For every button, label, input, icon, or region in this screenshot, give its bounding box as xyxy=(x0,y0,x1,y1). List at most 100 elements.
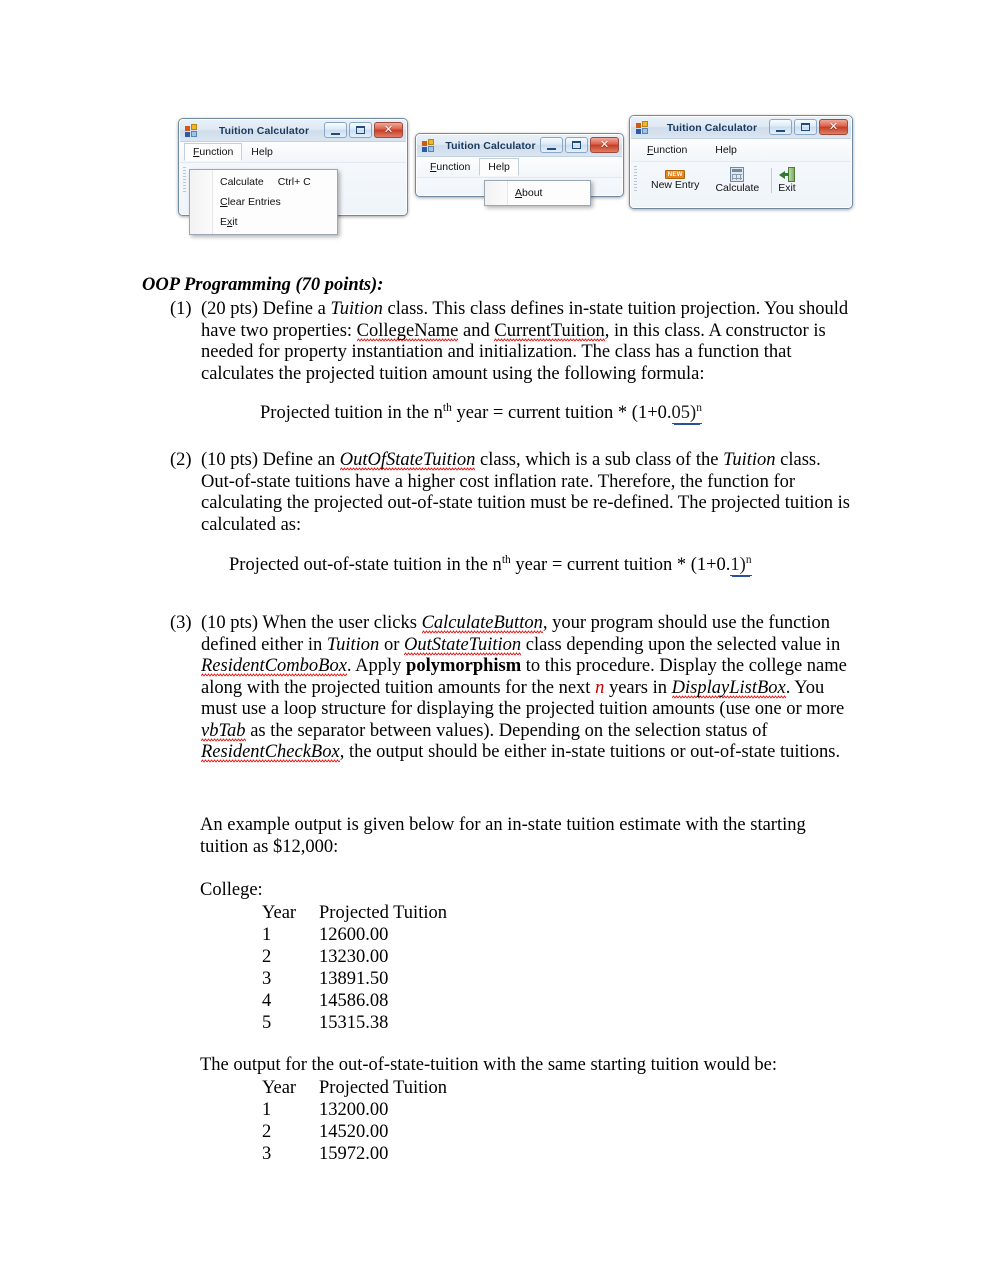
header-year: Year xyxy=(262,903,297,923)
close-icon: ✕ xyxy=(828,120,839,133)
menu-item-about-label: About xyxy=(515,187,543,199)
item3-t10: , the output should be either in-state t… xyxy=(339,742,841,762)
item1-t3: and xyxy=(458,320,495,341)
menu-help[interactable]: Help xyxy=(242,143,282,161)
item3-t1: (10 pts) When the user clicks xyxy=(201,613,422,633)
table-row: 1 13200.00 xyxy=(262,1099,519,1121)
minimize-button[interactable] xyxy=(769,119,792,135)
item3-bold1: polymorphism xyxy=(406,656,522,676)
cell-year: 1 xyxy=(262,1100,272,1120)
table-header-row: Year Projected Tuition xyxy=(262,902,519,924)
menu-item-calculate[interactable]: Calculate Ctrl+ C xyxy=(190,172,337,192)
menu-item-exit-label: Exit xyxy=(220,216,238,228)
college-label: College: xyxy=(200,880,263,900)
window-buttons: ✕ xyxy=(324,122,403,138)
cell-year: 1 xyxy=(262,925,272,945)
cell-tuition: 14586.08 xyxy=(319,991,389,1011)
item3-var-n: n xyxy=(595,677,605,698)
item2-t1: (10 pts) Define an xyxy=(201,450,340,470)
maximize-button[interactable] xyxy=(794,119,817,135)
menu-function[interactable]: Function xyxy=(184,143,243,161)
toolbar-button-calculate[interactable]: Calculate xyxy=(707,165,767,196)
cell-year: 5 xyxy=(262,1013,272,1033)
menu-bar[interactable]: Function Help xyxy=(631,139,851,162)
window-function-menu[interactable]: Tuition Calculator ✕ Function Help Calcu… xyxy=(178,118,408,235)
formula-in-state: Projected tuition in the nth year = curr… xyxy=(260,402,702,425)
formula2-link-text: 1) xyxy=(730,555,746,575)
help-dropdown-menu[interactable]: About xyxy=(484,180,591,206)
close-button[interactable]: ✕ xyxy=(374,122,403,138)
vb-form-icon xyxy=(422,139,435,152)
item3-t9: as the separator between values). Depend… xyxy=(245,720,768,741)
new-icon: NEW xyxy=(665,170,686,179)
toolbar-button-new-entry-label: New Entry xyxy=(651,179,700,191)
title-bar[interactable]: Tuition Calculator ✕ xyxy=(631,117,851,139)
toolbar-button-exit[interactable]: Exit xyxy=(776,165,804,196)
window-toolbar[interactable]: Tuition Calculator ✕ Function Help NEW N… xyxy=(629,115,853,209)
item3-em1: Tuition xyxy=(326,634,380,655)
menu-bar[interactable]: Function Help xyxy=(180,142,406,163)
menu-item-about[interactable]: About xyxy=(485,183,590,203)
maximize-button[interactable] xyxy=(565,137,588,153)
list-item-2: (2) (10 pts) Define an OutOfStateTuition… xyxy=(170,450,850,536)
minimize-button[interactable] xyxy=(540,137,563,153)
function-dropdown-menu[interactable]: Calculate Ctrl+ C Clear Entries Exit xyxy=(189,169,338,235)
item3-sp4: DisplayListBox xyxy=(671,677,786,699)
item1-sp1: CollegeName xyxy=(356,320,459,342)
calculator-icon xyxy=(730,167,745,182)
toolstrip-grip xyxy=(634,166,637,192)
toolstrip-grip xyxy=(183,167,186,193)
cell-tuition: 13891.50 xyxy=(319,969,389,989)
client-area: NEW New Entry Calculate Exit xyxy=(631,162,851,207)
menu-help-label: Help xyxy=(251,146,273,158)
item2-t2: class, which is a sub class of the xyxy=(475,450,724,470)
minimize-button[interactable] xyxy=(324,122,347,138)
cell-year: 3 xyxy=(262,1144,272,1164)
out-of-state-output-table: Year Projected Tuition 1 13200.00 2 1452… xyxy=(262,1077,519,1165)
item3-t7: years in xyxy=(604,677,672,698)
close-button[interactable]: ✕ xyxy=(819,119,848,135)
toolbar-button-calculate-label: Calculate xyxy=(715,182,760,194)
menu-help[interactable]: Help xyxy=(479,158,519,176)
list-item-3-text: (10 pts) When the user clicks CalculateB… xyxy=(201,613,850,764)
in-state-output-table: Year Projected Tuition 1 12600.00 2 1323… xyxy=(262,902,519,1034)
table-row: 3 13891.50 xyxy=(262,968,519,990)
header-projected-tuition: Projected Tuition xyxy=(319,1078,447,1098)
header-projected-tuition: Projected Tuition xyxy=(319,903,447,923)
menu-help-label: Help xyxy=(488,161,510,173)
formula2-mid: year = current tuition * (1+0. xyxy=(510,555,731,575)
cell-tuition: 14520.00 xyxy=(319,1122,389,1142)
menu-item-exit[interactable]: Exit xyxy=(190,212,337,232)
menu-function[interactable]: Function xyxy=(421,158,479,176)
menu-item-clear-entries[interactable]: Clear Entries xyxy=(190,192,337,212)
exit-door-icon xyxy=(778,167,795,182)
title-bar[interactable]: Tuition Calculator ✕ xyxy=(180,120,406,142)
item3-sp3: ResidentComboBox xyxy=(201,656,347,677)
title-bar[interactable]: Tuition Calculator ✕ xyxy=(417,135,622,157)
close-button[interactable]: ✕ xyxy=(590,137,619,153)
table-row: 2 14520.00 xyxy=(262,1121,519,1143)
maximize-button[interactable] xyxy=(349,122,372,138)
table-row: 5 15315.38 xyxy=(262,1012,519,1034)
window-help-menu[interactable]: Tuition Calculator ✕ Function Help About xyxy=(415,133,624,206)
close-icon: ✕ xyxy=(599,138,610,151)
item3-t4: class depending upon the selected value … xyxy=(521,634,841,655)
tool-strip[interactable]: NEW New Entry Calculate Exit xyxy=(631,162,851,196)
menu-bar[interactable]: Function Help xyxy=(417,157,622,178)
toolbar-separator xyxy=(771,168,773,193)
vb-form-icon xyxy=(185,124,198,137)
item3-sp2: OutStateTuition xyxy=(403,634,522,656)
window-buttons: ✕ xyxy=(540,137,619,153)
toolbar-button-new-entry[interactable]: NEW New Entry xyxy=(643,165,707,193)
formula2-pre: Projected out-of-state tuition in the n xyxy=(229,555,502,575)
menu-item-calculate-shortcut: Ctrl+ C xyxy=(277,176,311,188)
item1-sp2: CurrentTuition xyxy=(494,320,605,342)
item2-sp1: OutOfStateTuition xyxy=(339,450,476,471)
menu-function[interactable]: Function xyxy=(635,141,696,159)
menu-help-label: Help xyxy=(715,144,737,156)
page-heading: OOP Programming (70 points): xyxy=(142,275,384,295)
menu-help[interactable]: Help xyxy=(706,141,746,159)
toolbar-button-exit-label: Exit xyxy=(778,182,796,194)
item1-t1: (20 pts) Define a xyxy=(201,299,331,319)
header-year: Year xyxy=(262,1078,297,1098)
